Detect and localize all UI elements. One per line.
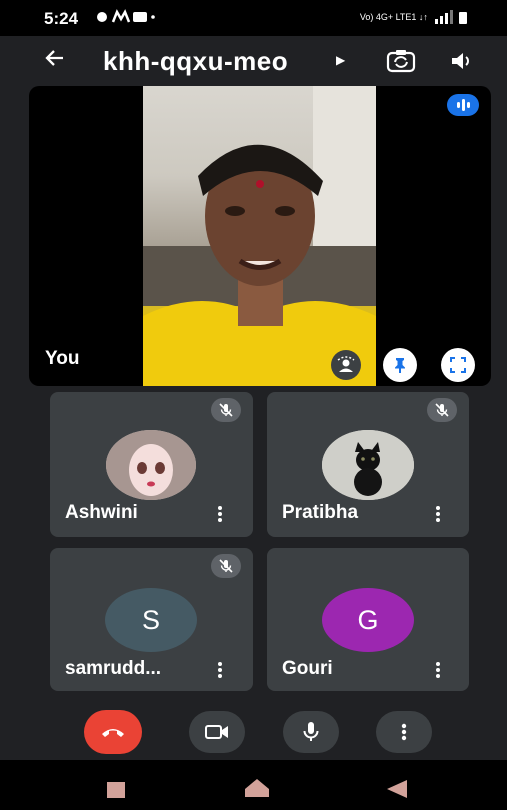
- system-navigation-bar: [0, 760, 507, 810]
- home-icon: [245, 779, 269, 797]
- recent-apps-icon: [107, 782, 125, 798]
- participant-name: Pratibha: [282, 502, 359, 523]
- signal-icons: Vo) 4G+ LTE1 ↓↑: [360, 10, 471, 24]
- participant-name: Ashwini: [65, 502, 138, 523]
- notification-icons: [95, 9, 155, 29]
- camera-effects-button[interactable]: [331, 350, 361, 380]
- fullscreen-button[interactable]: [441, 348, 475, 382]
- more-options-button[interactable]: [435, 504, 441, 530]
- mic-off-indicator: [427, 398, 457, 422]
- back-nav-button[interactable]: [385, 779, 409, 804]
- audio-output-button[interactable]: [448, 48, 474, 74]
- status-time: 5:24: [44, 9, 79, 28]
- end-call-button[interactable]: [84, 710, 142, 754]
- mic-off-icon: [435, 403, 449, 417]
- status-bar: 5:24 Vo) 4G+ LTE1 ↓↑: [0, 0, 507, 36]
- fullscreen-icon: [450, 357, 466, 373]
- network-text: Vo) 4G+ LTE1 ↓↑: [359, 11, 428, 22]
- participant-name: Gouri: [282, 658, 333, 679]
- mic-toggle-button[interactable]: [283, 711, 339, 753]
- home-button[interactable]: [244, 778, 270, 803]
- participant-tile-pratibha[interactable]: Pratibha: [267, 392, 469, 537]
- more-vert-icon: [436, 662, 440, 678]
- camera-effects-icon: [337, 356, 355, 372]
- avatar-initial: G: [357, 604, 379, 635]
- more-vert-icon: [436, 506, 440, 522]
- more-vert-icon: [401, 723, 407, 741]
- more-options-button[interactable]: [217, 660, 223, 686]
- camera-icon: [205, 725, 228, 739]
- participant-avatar: S: [105, 588, 197, 652]
- switch-camera-button[interactable]: [386, 48, 416, 74]
- more-options-button[interactable]: [217, 504, 223, 530]
- end-call-icon: [102, 729, 124, 737]
- mic-off-indicator: [211, 554, 241, 578]
- self-video-feed: [143, 86, 376, 386]
- mic-icon: [303, 722, 319, 741]
- mic-off-indicator: [211, 398, 241, 422]
- self-label: You: [45, 348, 80, 369]
- participant-tile-samrudd[interactable]: S samrudd...: [50, 548, 253, 691]
- pin-icon: [395, 358, 405, 373]
- person-video-image: [143, 86, 376, 386]
- mic-off-icon: [219, 403, 233, 417]
- speaker-icon: [452, 53, 469, 69]
- self-video-tile[interactable]: You: [29, 86, 491, 386]
- back-arrow-icon: [45, 50, 63, 66]
- mic-off-icon: [219, 559, 233, 573]
- participant-name: samrudd...: [65, 658, 162, 679]
- back-button[interactable]: [40, 46, 70, 76]
- kitten-photo-image: [322, 430, 414, 500]
- more-vert-icon: [218, 662, 222, 678]
- recent-apps-button[interactable]: [106, 781, 126, 804]
- meeting-code[interactable]: khh-qqxu-meo: [103, 46, 288, 77]
- participant-tile-gouri[interactable]: G Gouri: [267, 548, 469, 691]
- camera-toggle-button[interactable]: [189, 711, 245, 753]
- participant-tile-ashwini[interactable]: Ashwini: [50, 392, 253, 537]
- participant-avatar: [106, 430, 196, 500]
- more-vert-icon: [218, 506, 222, 522]
- audio-level-indicator: [447, 94, 479, 116]
- doll-photo-image: [106, 430, 196, 500]
- more-options-button[interactable]: [376, 711, 432, 753]
- meeting-details-caret-icon[interactable]: ▶: [336, 53, 345, 67]
- participant-avatar: G: [322, 588, 414, 652]
- switch-camera-icon: [386, 50, 416, 73]
- avatar-initial: S: [141, 604, 160, 635]
- back-nav-icon: [387, 780, 407, 798]
- more-options-button[interactable]: [435, 660, 441, 686]
- participant-avatar: [322, 430, 414, 500]
- pin-button[interactable]: [383, 348, 417, 382]
- audio-level-icon: [457, 99, 470, 111]
